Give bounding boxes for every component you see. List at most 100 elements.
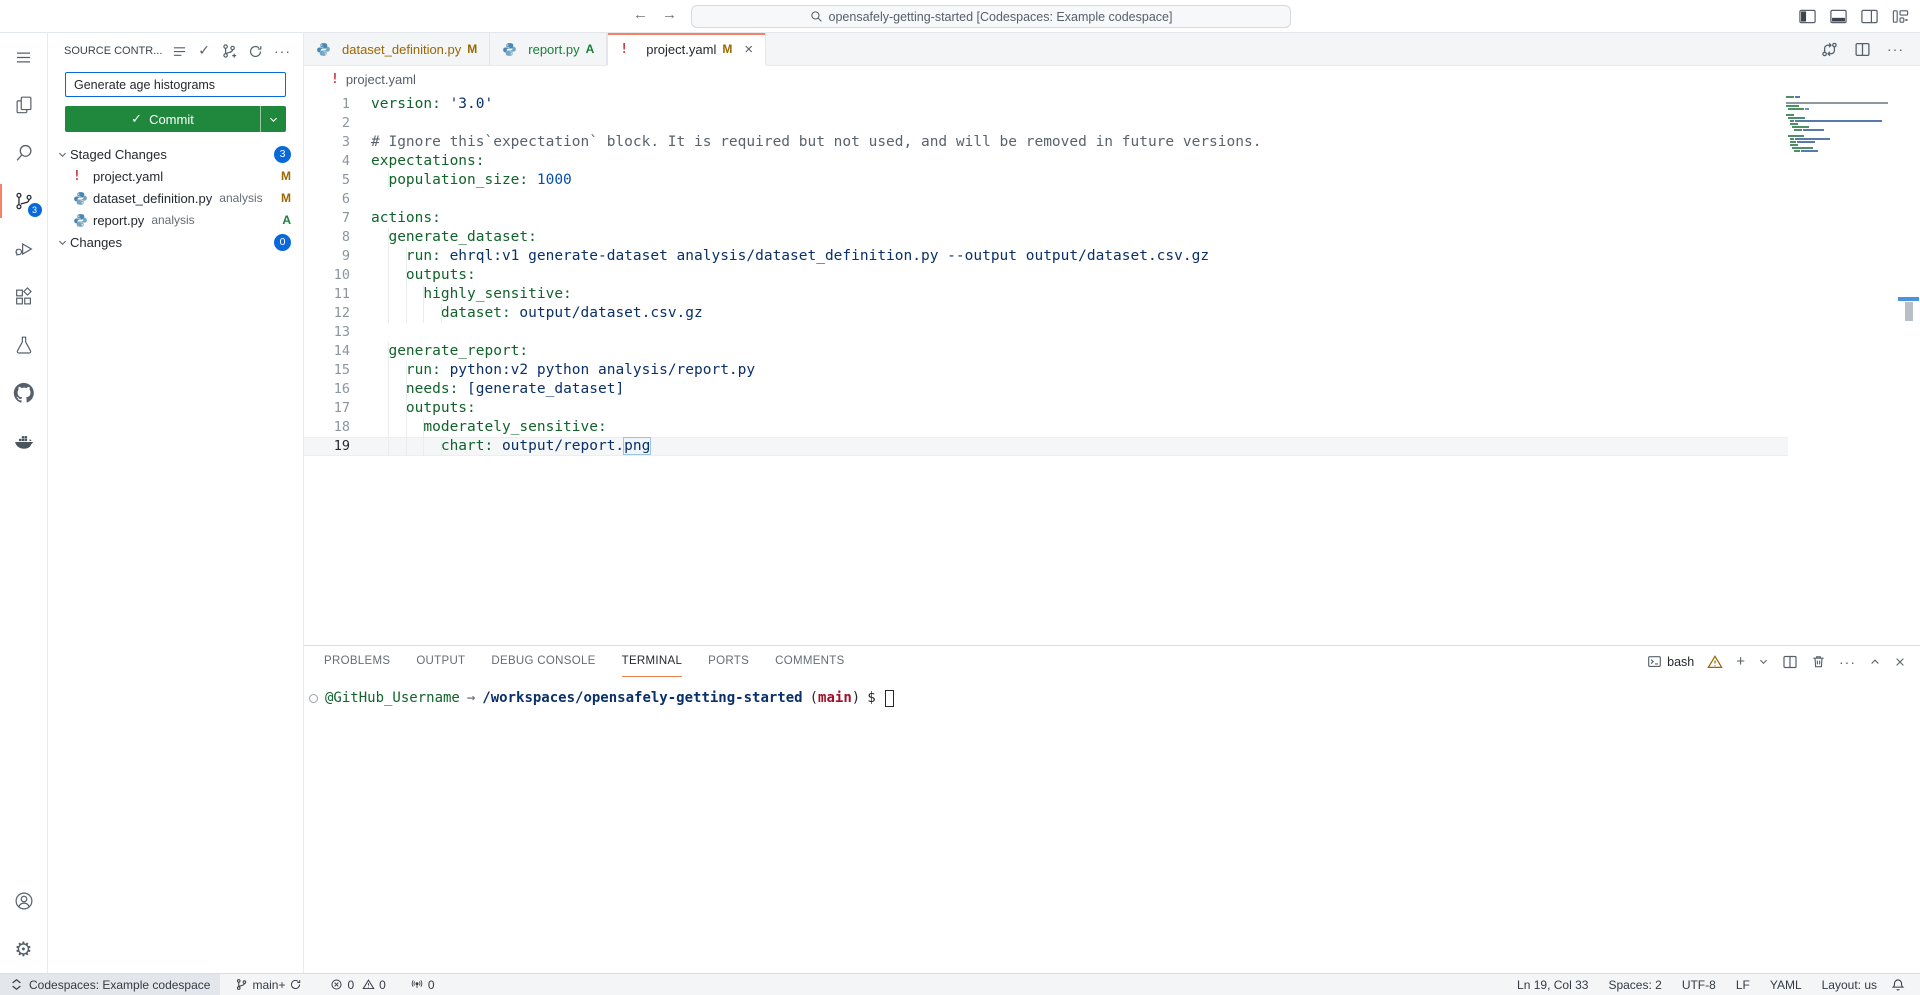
terminal-shell-item[interactable]: bash	[1647, 654, 1694, 669]
scrollbar-slider[interactable]	[1905, 302, 1913, 321]
minimap[interactable]	[1786, 96, 1904, 153]
docker-icon[interactable]	[0, 417, 48, 465]
code-line-13[interactable]: 13	[304, 323, 1788, 342]
panel-tab-terminal[interactable]: TERMINAL	[622, 646, 683, 677]
command-center-search[interactable]: opensafely-getting-started [Codespaces: …	[691, 5, 1291, 28]
scm-group-changes[interactable]: Changes0	[48, 231, 303, 253]
scm-file-report.py[interactable]: report.pyanalysisA	[48, 209, 303, 231]
terminal-dropdown-icon[interactable]	[1758, 656, 1769, 667]
open-changes-icon[interactable]	[1821, 41, 1838, 58]
overview-ruler[interactable]	[1898, 297, 1919, 321]
keyboard-layout-item[interactable]: Layout: us	[1815, 974, 1884, 995]
terminal-warning-icon[interactable]	[1707, 654, 1723, 670]
back-icon[interactable]: ←	[633, 6, 648, 23]
commit-button[interactable]: ✓ Commit	[65, 106, 286, 132]
code-line-5[interactable]: 5 population_size: 1000	[304, 171, 1788, 190]
titlebar: ← → opensafely-getting-started [Codespac…	[0, 0, 1920, 33]
line-number: 15	[304, 361, 350, 380]
view-and-sort-icon[interactable]	[172, 44, 187, 59]
forward-icon[interactable]: →	[662, 6, 677, 23]
refresh-icon[interactable]	[248, 44, 263, 59]
branch-create-icon[interactable]	[221, 43, 237, 59]
panel-tab-output[interactable]: OUTPUT	[416, 646, 465, 677]
scm-group-badge: 3	[274, 146, 291, 163]
code-line-10[interactable]: 10 outputs:	[304, 266, 1788, 285]
line-number: 11	[304, 285, 350, 304]
menu-icon[interactable]	[0, 33, 48, 81]
tab-dataset_definition.py[interactable]: dataset_definition.pyM	[304, 33, 490, 65]
code-line-2[interactable]: 2	[304, 114, 1788, 133]
code-line-1[interactable]: 1version: '3.0'	[304, 95, 1788, 114]
terminal-cursor	[885, 690, 894, 707]
code-line-17[interactable]: 17 outputs:	[304, 399, 1788, 418]
scm-group-staged-changes[interactable]: Staged Changes3	[48, 143, 303, 165]
problems-status-item[interactable]: 0 0	[323, 974, 392, 995]
code-line-15[interactable]: 15 run: python:v2 python analysis/report…	[304, 361, 1788, 380]
run-and-debug-icon[interactable]	[0, 225, 48, 273]
terminal-content[interactable]: @GitHub_Username → /workspaces/opensafel…	[304, 677, 1920, 973]
kill-terminal-icon[interactable]	[1811, 654, 1826, 669]
testing-icon[interactable]	[0, 321, 48, 369]
branch-status-item[interactable]: main+	[228, 974, 309, 995]
panel-tab-problems[interactable]: PROBLEMS	[324, 646, 390, 677]
command-decoration-icon[interactable]	[309, 694, 318, 703]
code-line-14[interactable]: 14 generate_report:	[304, 342, 1788, 361]
explorer-icon[interactable]	[0, 81, 48, 129]
extensions-icon[interactable]	[0, 273, 48, 321]
toggle-primary-sidebar-icon[interactable]	[1798, 7, 1817, 26]
commit-check-icon[interactable]: ✓	[198, 44, 210, 58]
notifications-bell-icon[interactable]	[1884, 974, 1912, 995]
commit-message-input[interactable]	[65, 72, 286, 97]
code-line-7[interactable]: 7actions:	[304, 209, 1788, 228]
editor-group: dataset_definition.pyMreport.pyA!project…	[304, 33, 1920, 973]
new-terminal-icon[interactable]: +	[1736, 654, 1745, 669]
panel-tab-ports[interactable]: PORTS	[708, 646, 749, 677]
code-line-11[interactable]: 11 highly_sensitive:	[304, 285, 1788, 304]
code-line-16[interactable]: 16 needs: [generate_dataset]	[304, 380, 1788, 399]
cursor-position-item[interactable]: Ln 19, Col 33	[1510, 974, 1595, 995]
ports-status-item[interactable]: 0	[403, 974, 442, 995]
source-control-icon[interactable]: 3	[0, 177, 48, 225]
panel-more-actions-icon[interactable]: ···	[1839, 655, 1856, 669]
tab-report.py[interactable]: report.pyA	[490, 33, 607, 65]
toggle-secondary-sidebar-icon[interactable]	[1860, 7, 1879, 26]
code-line-8[interactable]: 8 generate_dataset:	[304, 228, 1788, 247]
encoding-item[interactable]: UTF-8	[1675, 974, 1723, 995]
split-terminal-icon[interactable]	[1782, 654, 1798, 670]
remote-indicator[interactable]: Codespaces: Example codespace	[0, 974, 220, 995]
panel-tab-comments[interactable]: COMMENTS	[775, 646, 844, 677]
more-actions-icon[interactable]: ···	[274, 44, 291, 58]
scm-file-dataset_definition.py[interactable]: dataset_definition.pyanalysisM	[48, 187, 303, 209]
commit-dropdown[interactable]	[260, 106, 286, 132]
github-icon[interactable]	[0, 369, 48, 417]
indentation-item[interactable]: Spaces: 2	[1601, 974, 1668, 995]
code-line-6[interactable]: 6	[304, 190, 1788, 209]
split-editor-icon[interactable]	[1854, 41, 1871, 58]
code-line-9[interactable]: 9 run: ehrql:v1 generate-dataset analysi…	[304, 247, 1788, 266]
panel-tab-debug-console[interactable]: DEBUG CONSOLE	[491, 646, 595, 677]
code-line-19[interactable]: 19 chart: output/report.png	[304, 437, 1788, 456]
settings-gear-icon[interactable]: ⚙	[0, 925, 48, 973]
scm-file-project.yaml[interactable]: !project.yamlM	[48, 165, 303, 187]
code-line-3[interactable]: 3# Ignore this`expectation` block. It is…	[304, 133, 1788, 152]
terminal-user: @GitHub_Username	[325, 688, 460, 708]
customize-layout-icon[interactable]	[1891, 7, 1910, 26]
search-view-icon[interactable]	[0, 129, 48, 177]
tab-project.yaml[interactable]: !project.yamlM×	[607, 33, 766, 65]
close-panel-icon[interactable]	[1894, 656, 1906, 668]
toggle-panel-icon[interactable]	[1829, 7, 1848, 26]
git-status-letter: M	[281, 191, 291, 205]
breadcrumb[interactable]: ! project.yaml	[304, 66, 1920, 92]
maximize-panel-icon[interactable]	[1869, 656, 1881, 668]
close-tab-icon[interactable]: ×	[744, 42, 753, 57]
code-editor[interactable]: 1version: '3.0'23# Ignore this`expectati…	[304, 92, 1920, 645]
language-mode-item[interactable]: YAML	[1763, 974, 1809, 995]
eol-item[interactable]: LF	[1729, 974, 1757, 995]
editor-more-actions-icon[interactable]: ···	[1887, 42, 1904, 56]
code-line-12[interactable]: 12 dataset: output/dataset.csv.gz	[304, 304, 1788, 323]
scm-badge: 3	[27, 202, 43, 218]
source-control-sidebar: SOURCE CONTR... ✓ ··· ✓ Commit	[48, 33, 304, 973]
code-line-18[interactable]: 18 moderately_sensitive:	[304, 418, 1788, 437]
accounts-icon[interactable]	[0, 877, 48, 925]
code-line-4[interactable]: 4expectations:	[304, 152, 1788, 171]
